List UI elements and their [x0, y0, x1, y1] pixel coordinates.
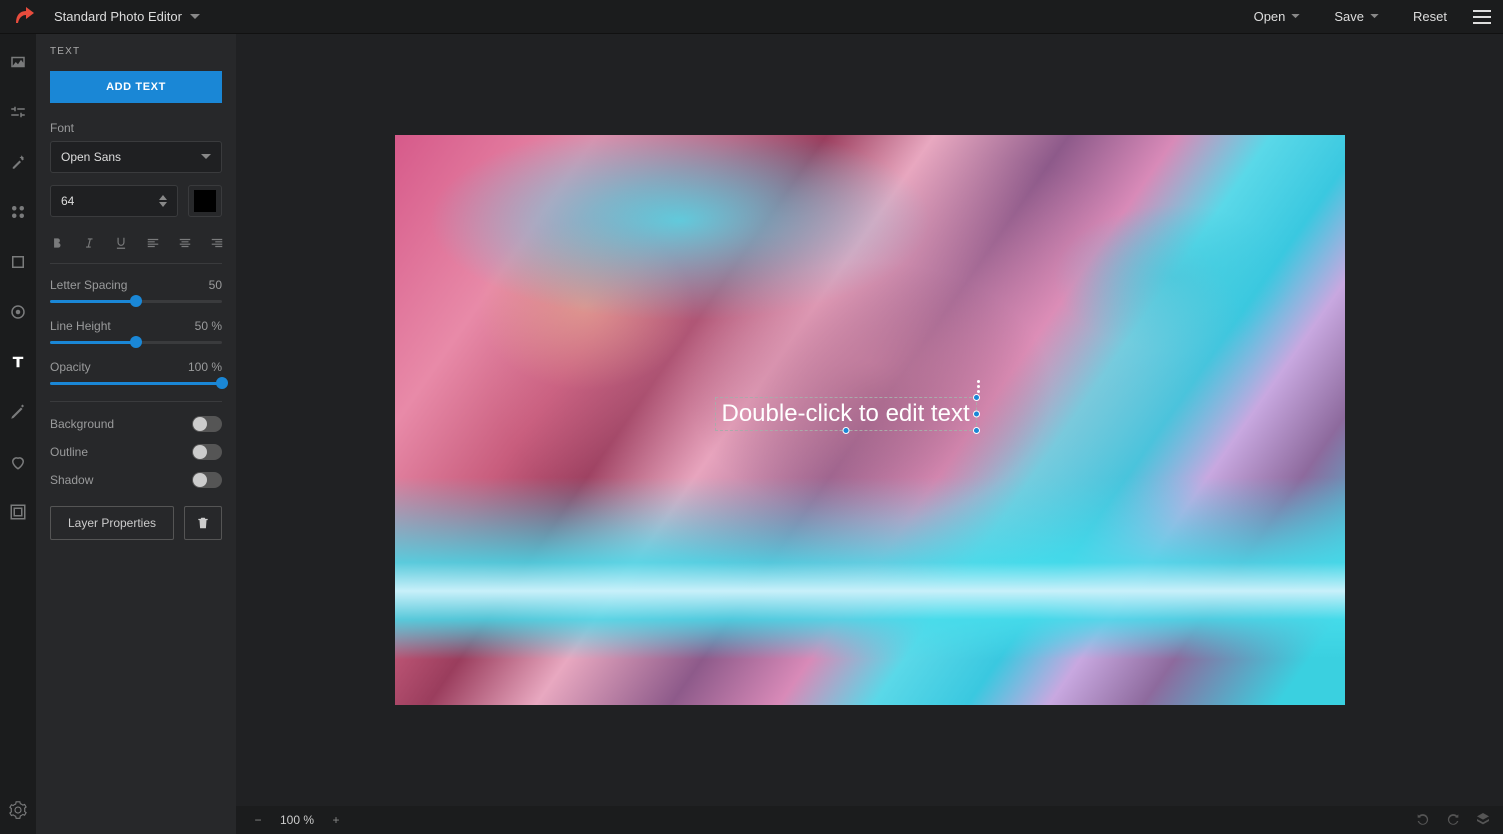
font-value: Open Sans	[61, 150, 121, 164]
font-label: Font	[50, 121, 222, 135]
shapes-tool-icon[interactable]	[8, 202, 28, 222]
settings-icon[interactable]	[8, 800, 28, 820]
app-logo-icon[interactable]	[12, 5, 36, 29]
text-color-picker[interactable]	[188, 185, 222, 217]
layer-properties-button[interactable]: Layer Properties	[50, 506, 174, 540]
redo-icon[interactable]	[1445, 811, 1461, 830]
chevron-down-icon	[159, 202, 167, 207]
canvas-area: Double-click to edit text − 100 % +	[236, 34, 1503, 834]
magic-tool-icon[interactable]	[8, 152, 28, 172]
zoom-value: 100 %	[280, 813, 314, 827]
shadow-label: Shadow	[50, 473, 93, 487]
save-menu[interactable]: Save	[1334, 9, 1379, 24]
chevron-down-icon	[1291, 14, 1300, 19]
top-actions: Open Save Reset	[1254, 9, 1447, 24]
opacity-label: Opacity	[50, 360, 91, 374]
photo-canvas[interactable]: Double-click to edit text	[395, 135, 1345, 705]
chevron-down-icon	[190, 14, 200, 20]
font-size-value: 64	[61, 194, 74, 208]
image-tool-icon[interactable]	[8, 52, 28, 72]
frame-tool-icon[interactable]	[8, 502, 28, 522]
shadow-toggle[interactable]	[192, 472, 222, 488]
underline-button[interactable]	[114, 235, 128, 251]
app-title-dropdown[interactable]: Standard Photo Editor	[54, 9, 200, 24]
line-height-value: 50 %	[195, 319, 222, 333]
text-tool-icon[interactable]	[8, 352, 28, 372]
bold-button[interactable]	[50, 235, 64, 251]
opacity-value: 100 %	[188, 360, 222, 374]
text-style-row	[50, 229, 222, 264]
color-swatch-icon	[194, 190, 216, 212]
outline-label: Outline	[50, 445, 88, 459]
text-layer[interactable]: Double-click to edit text	[715, 397, 977, 431]
resize-handle-mr[interactable]	[973, 411, 980, 418]
align-left-button[interactable]	[146, 235, 160, 251]
draw-tool-icon[interactable]	[8, 402, 28, 422]
outline-toggle[interactable]	[192, 444, 222, 460]
zoom-out-button[interactable]: −	[248, 810, 268, 830]
overlay-tool-icon[interactable]	[8, 302, 28, 322]
tool-rail	[0, 34, 36, 834]
text-layer-content: Double-click to edit text	[722, 400, 970, 427]
opacity-slider[interactable]: Opacity 100 %	[50, 360, 222, 385]
align-center-button[interactable]	[178, 235, 192, 251]
reset-button[interactable]: Reset	[1413, 9, 1447, 24]
text-properties-panel: TEXT ADD TEXT Font Open Sans 64	[36, 34, 236, 834]
letter-spacing-slider[interactable]: Letter Spacing 50	[50, 278, 222, 303]
trash-icon	[196, 516, 210, 530]
zoom-in-button[interactable]: +	[326, 810, 346, 830]
panel-header: TEXT	[50, 46, 222, 57]
adjust-tool-icon[interactable]	[8, 102, 28, 122]
add-text-button[interactable]: ADD TEXT	[50, 71, 222, 103]
background-label: Background	[50, 417, 114, 431]
letter-spacing-value: 50	[209, 278, 222, 292]
background-toggle[interactable]	[192, 416, 222, 432]
font-size-input[interactable]: 64	[50, 185, 178, 217]
font-size-stepper[interactable]	[159, 195, 167, 207]
canvas-viewport[interactable]: Double-click to edit text	[236, 34, 1503, 806]
chevron-down-icon	[1370, 14, 1379, 19]
italic-button[interactable]	[82, 235, 96, 251]
align-right-button[interactable]	[210, 235, 224, 251]
undo-icon[interactable]	[1415, 811, 1431, 830]
line-height-label: Line Height	[50, 319, 111, 333]
crop-tool-icon[interactable]	[8, 252, 28, 272]
hamburger-menu-icon[interactable]	[1467, 5, 1491, 29]
resize-handle-bm[interactable]	[842, 427, 849, 434]
stickers-tool-icon[interactable]	[8, 452, 28, 472]
topbar: Standard Photo Editor Open Save Reset	[0, 0, 1503, 34]
line-height-slider[interactable]: Line Height 50 %	[50, 319, 222, 344]
zoom-bar: − 100 % +	[236, 806, 1503, 834]
font-select[interactable]: Open Sans	[50, 141, 222, 173]
letter-spacing-label: Letter Spacing	[50, 278, 127, 292]
resize-handle-tr[interactable]	[973, 394, 980, 401]
app-title: Standard Photo Editor	[54, 9, 182, 24]
resize-handle-br[interactable]	[973, 427, 980, 434]
rotate-handle-icon[interactable]	[977, 380, 980, 393]
layers-icon[interactable]	[1475, 811, 1491, 830]
delete-layer-button[interactable]	[184, 506, 222, 540]
chevron-up-icon	[159, 195, 167, 200]
open-menu[interactable]: Open	[1254, 9, 1301, 24]
chevron-down-icon	[201, 154, 211, 160]
